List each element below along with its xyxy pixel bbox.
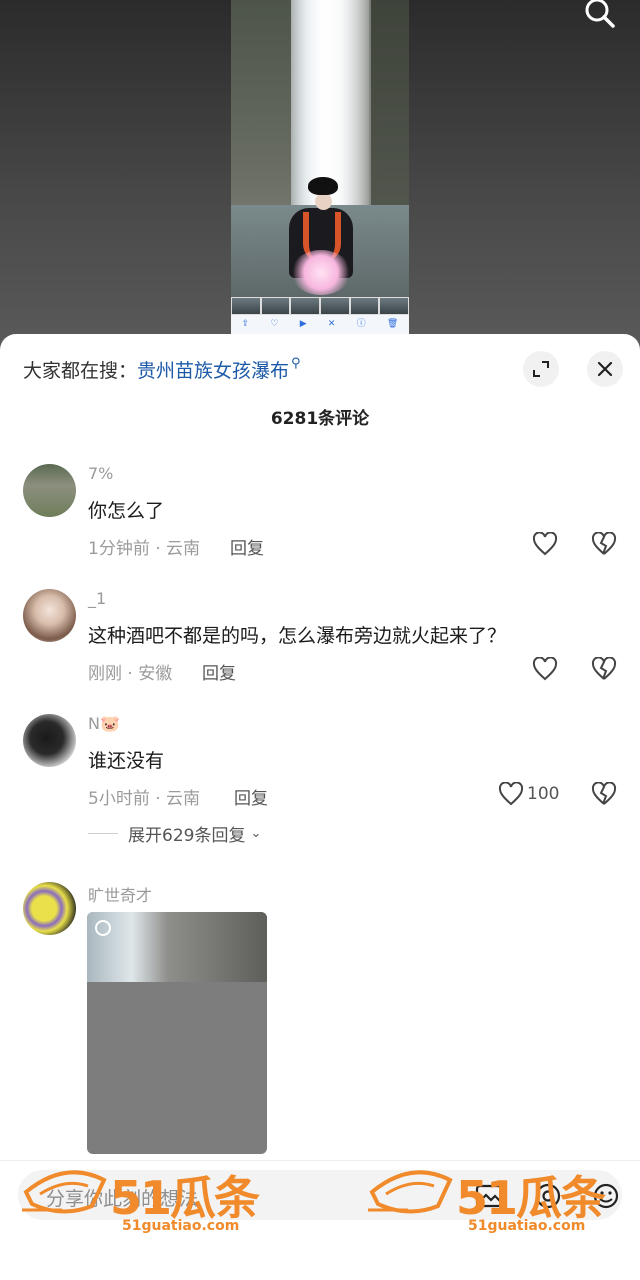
- reply-button[interactable]: 回复: [230, 534, 264, 559]
- broken-heart-icon[interactable]: [591, 657, 617, 681]
- reply-button[interactable]: 回复: [234, 784, 268, 809]
- avatar[interactable]: [23, 589, 76, 642]
- search-icon[interactable]: [583, 0, 617, 28]
- heart-icon[interactable]: [532, 532, 558, 556]
- video-frame[interactable]: ⇪ ♡ ▶ ✕ ⓘ 🗑: [231, 0, 409, 334]
- film-strip: [231, 297, 409, 315]
- heart-icon[interactable]: ♡: [270, 320, 278, 329]
- comment-text: 这种酒吧不都是的吗，怎么瀑布旁边就火起来了？: [88, 625, 507, 647]
- player-controls: ⇪ ♡ ▶ ✕ ⓘ 🗑: [231, 315, 409, 334]
- search-hint-prefix: 大家都在搜：: [23, 360, 138, 382]
- comment-text: 谁还没有: [88, 750, 165, 772]
- expand-replies-label: 展开629条回复: [128, 826, 246, 846]
- trash-icon[interactable]: 🗑: [387, 320, 398, 329]
- comment-input-bar: 分享你此刻的想法: [0, 1160, 640, 1280]
- small-search-icon: ⚲: [291, 356, 301, 371]
- comment-username[interactable]: _1: [88, 589, 106, 608]
- like-count: 100: [527, 784, 560, 804]
- comment-meta: 刚刚 · 安徽: [88, 664, 173, 684]
- comment-username[interactable]: N🐷: [88, 714, 120, 733]
- image-icon[interactable]: [473, 1180, 505, 1212]
- comment-count: 6281条评论: [270, 409, 370, 429]
- live-photo-icon: [95, 920, 111, 936]
- search-hint[interactable]: 大家都在搜： 贵州苗族女孩瀑布 ⚲: [23, 356, 301, 383]
- close-button[interactable]: [587, 351, 623, 387]
- pink-smoke: [291, 250, 351, 295]
- emoji-icon[interactable]: [590, 1180, 622, 1212]
- expand-replies-button[interactable]: 展开629条回复 ⌄: [88, 821, 261, 846]
- avatar[interactable]: [23, 882, 76, 935]
- mention-icon[interactable]: [532, 1180, 564, 1212]
- expand-icon: [533, 361, 549, 377]
- video-preview[interactable]: ⇪ ♡ ▶ ✕ ⓘ 🗑: [0, 0, 640, 350]
- mute-icon[interactable]: ✕: [328, 320, 336, 329]
- broken-heart-icon[interactable]: [591, 532, 617, 556]
- search-hint-link[interactable]: 贵州苗族女孩瀑布: [137, 356, 289, 383]
- heart-icon[interactable]: [532, 657, 558, 681]
- divider: [88, 833, 118, 834]
- comment-meta: 1分钟前 · 云南: [88, 539, 201, 559]
- play-icon[interactable]: ▶: [300, 320, 307, 329]
- avatar[interactable]: [23, 464, 76, 517]
- comment-text: 你怎么了: [88, 500, 165, 522]
- info-icon[interactable]: ⓘ: [357, 320, 366, 329]
- comment-input-placeholder: 分享你此刻的想法: [46, 1188, 199, 1210]
- close-icon: [597, 361, 613, 377]
- image-thumbnail: [87, 912, 267, 982]
- comment-input[interactable]: 分享你此刻的想法: [18, 1170, 622, 1220]
- expand-button[interactable]: [523, 351, 559, 387]
- share-icon[interactable]: ⇪: [242, 320, 250, 329]
- avatar[interactable]: [23, 714, 76, 767]
- comment-username[interactable]: 7%: [88, 464, 113, 483]
- broken-heart-icon[interactable]: [591, 782, 617, 806]
- comment-image[interactable]: [87, 912, 267, 1154]
- heart-icon[interactable]: [498, 782, 524, 806]
- person-hat: [308, 177, 338, 195]
- comment-username[interactable]: 旷世奇才: [88, 882, 152, 906]
- comment-sheet: 大家都在搜： 贵州苗族女孩瀑布 ⚲ 6281条评论 7% 你怎么了 1分钟前 ·…: [0, 334, 640, 1280]
- chevron-down-icon: ⌄: [250, 826, 262, 841]
- person-face: [315, 193, 332, 210]
- reply-button[interactable]: 回复: [202, 659, 236, 684]
- comment-meta: 5小时前 · 云南: [88, 789, 201, 809]
